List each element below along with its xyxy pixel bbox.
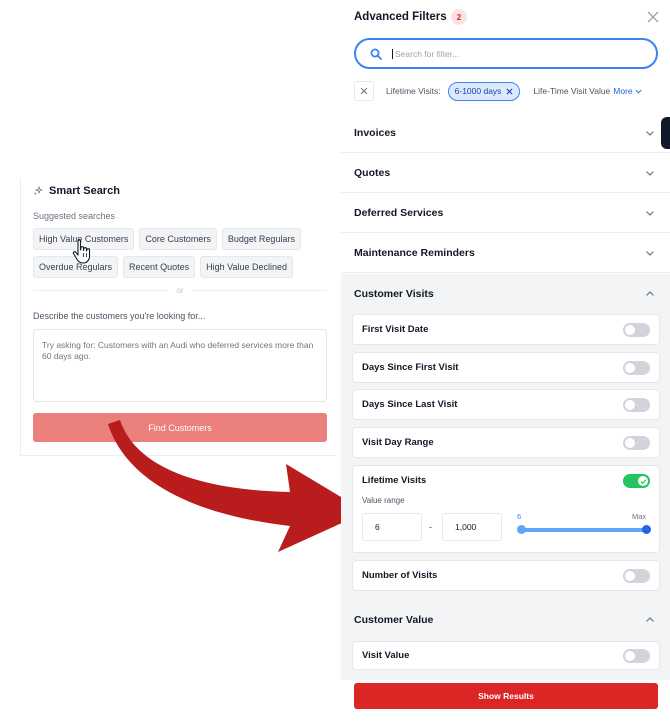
filter-item-first-visit-date: First Visit Date xyxy=(352,314,660,345)
toggle-knob xyxy=(638,476,648,486)
chevron-down-icon xyxy=(646,250,654,256)
section-label: Customer Value xyxy=(354,614,434,626)
describe-customers-textarea[interactable] xyxy=(33,329,327,402)
filter-item-label: Visit Day Range xyxy=(362,437,434,448)
section-label: Maintenance Reminders xyxy=(354,246,475,259)
section-customer-visits[interactable]: Customer Visits xyxy=(341,274,670,314)
clear-filters-button[interactable] xyxy=(354,81,374,101)
section-label: Deferred Services xyxy=(354,206,444,219)
section-quotes[interactable]: Quotes xyxy=(341,153,670,193)
close-icon xyxy=(360,87,368,95)
filter-item-days-since-first-visit: Days Since First Visit xyxy=(352,352,660,383)
search-icon xyxy=(370,48,382,60)
toggle-knob xyxy=(625,363,635,373)
remove-filter-icon[interactable] xyxy=(506,88,513,95)
section-label: Quotes xyxy=(354,166,391,179)
section-maintenance-reminders[interactable]: Maintenance Reminders xyxy=(341,233,670,273)
smart-search-title: Smart Search xyxy=(49,185,120,197)
number-of-visits-toggle[interactable] xyxy=(623,569,650,583)
suggestion-chip-core-customers[interactable]: Core Customers xyxy=(139,228,217,250)
slider-min-label: 6 xyxy=(517,512,522,521)
filter-item-visit-day-range: Visit Day Range xyxy=(352,427,660,458)
value-range-max-input[interactable] xyxy=(442,513,502,541)
days-since-first-visit-toggle[interactable] xyxy=(623,361,650,375)
filter-item-days-since-last-visit: Days Since Last Visit xyxy=(352,389,660,420)
section-invoices[interactable]: Invoices xyxy=(341,113,670,153)
first-visit-date-toggle[interactable] xyxy=(623,323,650,337)
filter-item-label: Lifetime Visits xyxy=(362,475,427,486)
toggle-knob xyxy=(625,438,635,448)
filter-item-label: Days Since First Visit xyxy=(362,362,459,373)
more-filters-button[interactable]: More xyxy=(613,86,642,96)
smart-search-header: Smart Search xyxy=(33,185,120,197)
toggle-knob xyxy=(625,651,635,661)
chevron-down-icon xyxy=(646,210,654,216)
filter-count-badge: 2 xyxy=(451,9,467,25)
chevron-down-icon xyxy=(646,170,654,176)
sparkle-icon xyxy=(33,186,43,196)
filter-item-lifetime-visits: Lifetime Visits Value range - 6 Max xyxy=(352,465,660,553)
smart-search-card: Smart Search Suggested searches High Val… xyxy=(20,178,336,456)
lifetime-visits-filter-pill[interactable]: 6-1000 days xyxy=(447,81,521,101)
visit-value-toggle[interactable] xyxy=(623,649,650,663)
or-text: or xyxy=(176,286,184,295)
chevron-down-icon xyxy=(646,130,654,136)
filter-item-label: Visit Value xyxy=(362,650,410,661)
check-icon xyxy=(640,478,646,484)
range-slider-track[interactable] xyxy=(521,528,647,532)
filter-item-number-of-visits: Number of Visits xyxy=(352,560,660,591)
filter-item-label: First Visit Date xyxy=(362,324,429,335)
toggle-knob xyxy=(625,571,635,581)
toggle-knob xyxy=(625,400,635,410)
show-results-button[interactable]: Show Results xyxy=(354,683,658,709)
value-range-min-input[interactable] xyxy=(362,513,422,541)
advanced-filters-panel: Advanced Filters 2 Lifetime Visits: 6-10… xyxy=(341,0,670,722)
section-customer-value[interactable]: Customer Value xyxy=(341,600,670,640)
more-label: More xyxy=(613,86,633,96)
lifetime-visits-toggle[interactable] xyxy=(623,474,650,488)
days-since-last-visit-toggle[interactable] xyxy=(623,398,650,412)
divider-line xyxy=(191,290,327,291)
chevron-down-icon xyxy=(635,89,642,94)
filter-item-visit-value: Visit Value xyxy=(352,641,660,670)
section-label: Customer Visits xyxy=(354,288,434,300)
or-divider: or xyxy=(33,286,327,295)
suggestion-chip-recent-quotes[interactable]: Recent Quotes xyxy=(123,256,196,278)
filter-search-box xyxy=(354,38,658,69)
filter-search-input[interactable] xyxy=(392,48,622,59)
filter-pill-value: 6-1000 days xyxy=(454,86,502,96)
filter-item-label: Days Since Last Visit xyxy=(362,399,458,410)
suggested-searches-label: Suggested searches xyxy=(33,211,116,221)
slider-max-handle[interactable] xyxy=(642,525,651,534)
slider-max-label: Max xyxy=(632,512,647,521)
divider-line xyxy=(33,290,169,291)
chevron-up-icon xyxy=(646,617,654,622)
find-customers-button[interactable]: Find Customers xyxy=(33,413,327,442)
filter-item-label: Number of Visits xyxy=(362,570,438,581)
chevron-up-icon xyxy=(646,291,654,296)
value-range-label: Value range xyxy=(362,496,405,505)
section-label: Invoices xyxy=(354,126,397,139)
lifetime-value-filter-label: Life-Time Visit Value xyxy=(533,86,611,96)
lifetime-visits-filter-label: Lifetime Visits: xyxy=(386,86,441,96)
panel-title: Advanced Filters xyxy=(354,11,447,23)
toggle-knob xyxy=(625,325,635,335)
describe-label: Describe the customers you're looking fo… xyxy=(33,311,206,321)
range-separator: - xyxy=(429,522,432,532)
active-filters-row: Lifetime Visits: 6-1000 days Life-Time V… xyxy=(354,80,670,102)
pointer-hand-icon xyxy=(72,239,91,264)
close-icon[interactable] xyxy=(647,11,659,23)
slider-min-handle[interactable] xyxy=(517,525,526,534)
suggestion-chip-high-value-declined[interactable]: High Value Declined xyxy=(200,256,293,278)
suggestion-chip-budget-regulars[interactable]: Budget Regulars xyxy=(221,228,301,250)
section-deferred-services[interactable]: Deferred Services xyxy=(341,193,670,233)
visit-day-range-toggle[interactable] xyxy=(623,436,650,450)
